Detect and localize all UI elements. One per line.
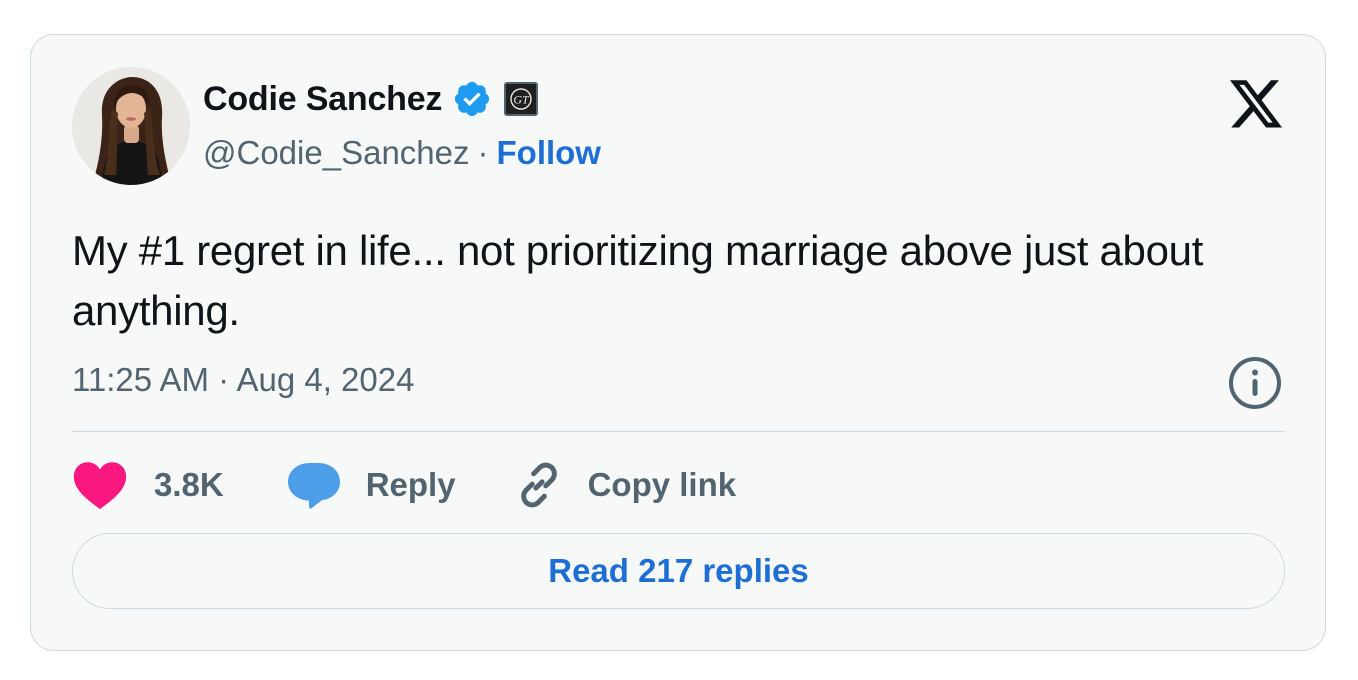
author-handle[interactable]: @Codie_Sanchez <box>203 134 470 172</box>
tweet-embed-card: Codie Sanchez GT @Codie_Sanchez · Follow… <box>30 34 1326 651</box>
heart-icon <box>73 462 127 510</box>
like-count: 3.8K <box>154 466 224 503</box>
author-name-row: Codie Sanchez GT <box>203 79 539 119</box>
divider <box>72 431 1285 432</box>
x-logo-icon[interactable] <box>1230 80 1284 130</box>
author-handle-row: @Codie_Sanchez · Follow <box>203 133 601 173</box>
verified-badge-icon <box>452 79 492 119</box>
follow-button[interactable]: Follow <box>497 134 601 172</box>
tweet-timestamp[interactable]: 11:25 AM · Aug 4, 2024 <box>72 361 414 399</box>
reply-bubble-icon <box>287 463 340 509</box>
read-replies-button[interactable]: Read 217 replies <box>72 533 1285 609</box>
reply-label: Reply <box>365 466 456 503</box>
tweet-text: My #1 regret in life... not prioritizing… <box>72 227 1204 334</box>
copy-link-button[interactable]: Copy link <box>512 458 737 512</box>
avatar-image <box>72 67 190 185</box>
separator-dot: · <box>477 134 489 171</box>
avatar[interactable] <box>72 67 190 185</box>
affiliate-badge-icon[interactable]: GT <box>504 82 539 116</box>
reply-button[interactable]: Reply <box>286 459 456 511</box>
author-name[interactable]: Codie Sanchez <box>203 80 442 119</box>
info-icon[interactable] <box>1227 355 1283 411</box>
svg-text:GT: GT <box>514 93 531 107</box>
copy-link-label: Copy link <box>587 466 737 503</box>
link-icon <box>520 462 557 508</box>
like-button[interactable]: 3.8K <box>72 460 224 510</box>
action-bar: 3.8K Reply Copy link <box>72 453 736 517</box>
